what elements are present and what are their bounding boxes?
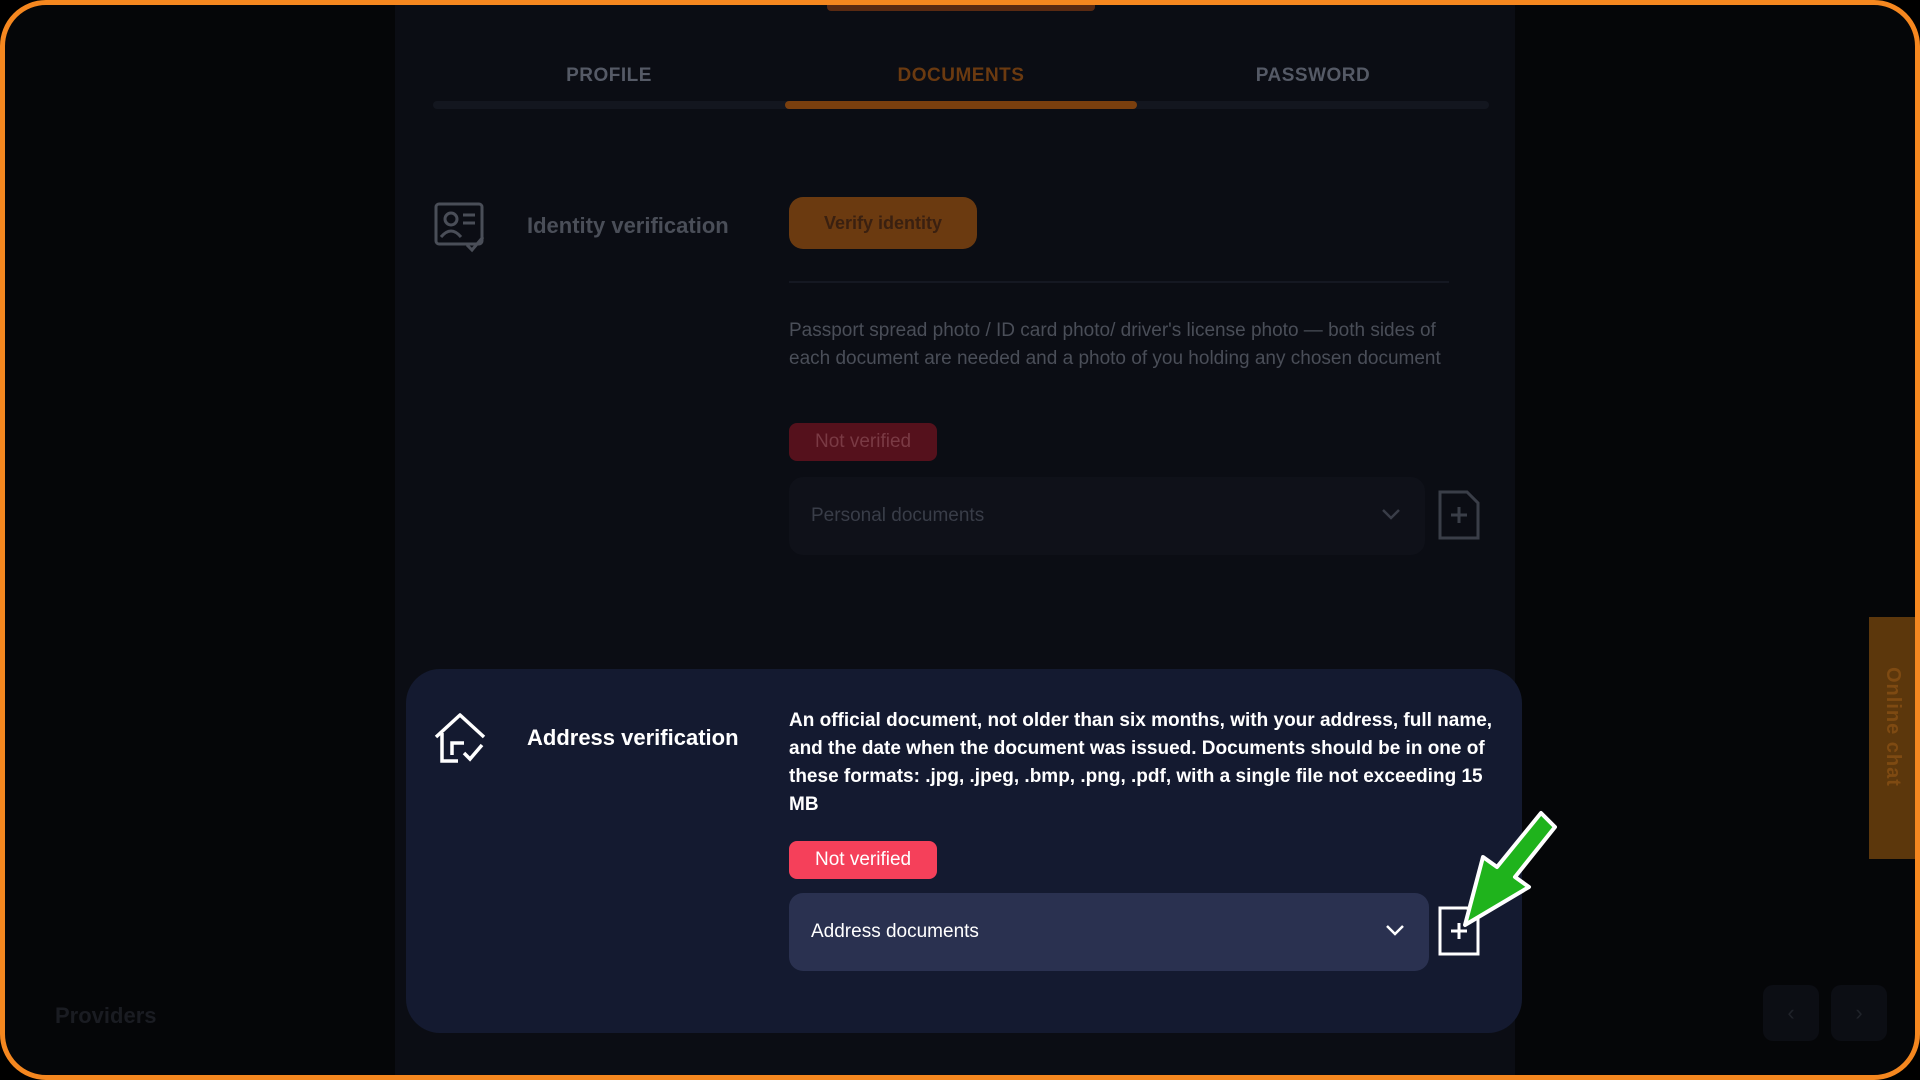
online-chat-label: Online chat bbox=[1882, 667, 1904, 787]
house-check-icon bbox=[434, 713, 486, 763]
identity-verification-section: Identity verification Verify identity Pa… bbox=[433, 195, 1489, 575]
address-title: Address verification bbox=[527, 725, 739, 750]
chevron-down-icon bbox=[1386, 925, 1404, 936]
tab-bar: PROFILE DOCUMENTS PASSWORD bbox=[433, 61, 1489, 113]
tab-password[interactable]: PASSWORD bbox=[1137, 61, 1489, 91]
id-card-check-icon bbox=[434, 202, 485, 253]
verify-identity-button[interactable]: Verify identity bbox=[789, 197, 977, 249]
address-documents-select[interactable]: Address documents bbox=[789, 893, 1429, 971]
green-arrow-annotation bbox=[1463, 811, 1557, 927]
prev-button[interactable]: ‹ bbox=[1763, 985, 1819, 1041]
tab-documents[interactable]: DOCUMENTS bbox=[785, 61, 1137, 91]
address-documents-value: Address documents bbox=[811, 921, 979, 942]
top-indicator bbox=[827, 5, 1095, 11]
online-chat-button[interactable]: Online chat bbox=[1869, 617, 1915, 859]
app-frame: PROFILE DOCUMENTS PASSWORD Identity veri… bbox=[0, 0, 1920, 1080]
identity-title: Identity verification bbox=[527, 213, 729, 238]
tab-active-indicator bbox=[785, 101, 1137, 109]
identity-description: Passport spread photo / ID card photo/ d… bbox=[789, 320, 1441, 369]
identity-status-badge: Not verified bbox=[789, 423, 938, 461]
address-status-badge: Not verified bbox=[789, 841, 938, 879]
address-description: An official document, not older than six… bbox=[789, 710, 1493, 815]
address-verification-card: Address verification An official documen… bbox=[406, 669, 1522, 1033]
next-button[interactable]: › bbox=[1831, 985, 1887, 1041]
add-file-icon[interactable] bbox=[1437, 489, 1481, 541]
providers-label: Providers bbox=[55, 1003, 157, 1028]
chevron-down-icon bbox=[1382, 509, 1400, 520]
tab-profile[interactable]: PROFILE bbox=[433, 61, 785, 91]
personal-documents-select[interactable]: Personal documents bbox=[789, 477, 1425, 555]
personal-documents-value: Personal documents bbox=[811, 505, 985, 526]
identity-divider bbox=[789, 281, 1449, 283]
